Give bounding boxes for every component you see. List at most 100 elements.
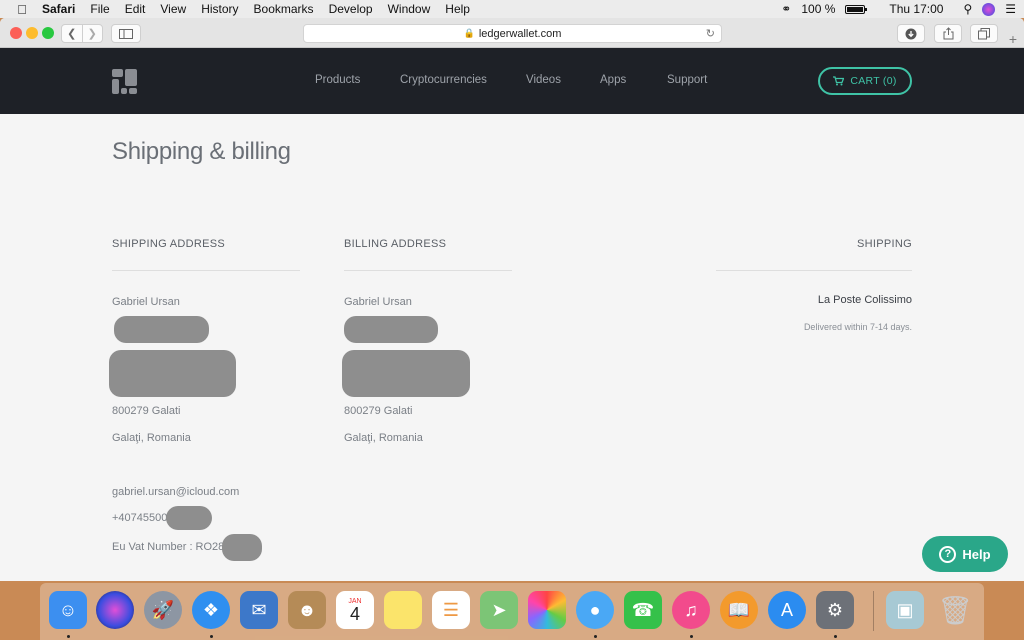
share-icon: [943, 27, 953, 40]
cart-button[interactable]: CART (0): [818, 67, 912, 95]
address-bar[interactable]: 🔒 ledgerwallet.com ↻: [303, 24, 722, 43]
preview-folder-icon[interactable]: ▣: [886, 591, 924, 629]
system-preferences-running-dot: [834, 635, 837, 638]
battery-level-fill: [847, 6, 864, 12]
creative-cloud-icon[interactable]: ⚭: [781, 2, 791, 16]
browser-toolbar: ❮ ❯ 🔒 ledgerwallet.com ↻ +: [0, 18, 1024, 48]
ledger-logo-icon[interactable]: [112, 69, 137, 94]
shipping-address-heading: SHIPPING ADDRESS: [112, 238, 225, 250]
system-preferences-icon[interactable]: ⚙: [816, 591, 854, 629]
show-tabs-button[interactable]: [970, 24, 998, 43]
messages-running-dot: [594, 635, 597, 638]
download-icon: [905, 28, 917, 39]
close-window-button[interactable]: [10, 27, 22, 39]
shipping-phone: +40745500: [112, 512, 168, 524]
dock-separator: [873, 591, 874, 631]
billing-address-heading: BILLING ADDRESS: [344, 238, 447, 250]
shipping-email: gabriel.ursan@icloud.com: [112, 486, 240, 498]
battery-percent: 100 %: [801, 2, 836, 16]
apple-menu-icon[interactable]: : [14, 2, 30, 17]
nav-videos[interactable]: Videos: [526, 74, 561, 86]
itunes-running-dot: [690, 635, 693, 638]
siri-app-icon[interactable]: [96, 591, 134, 629]
new-tab-button[interactable]: +: [1002, 30, 1024, 48]
safari-running-dot: [210, 635, 213, 638]
question-icon: ?: [939, 545, 957, 563]
battery-icon[interactable]: [845, 4, 868, 14]
minimize-window-button[interactable]: [26, 27, 38, 39]
clock[interactable]: Thu 17:00: [889, 2, 943, 16]
billing-address-divider: [344, 270, 512, 271]
downloads-button[interactable]: [897, 24, 925, 43]
menu-help[interactable]: Help: [445, 2, 470, 16]
menu-bookmarks[interactable]: Bookmarks: [254, 2, 314, 16]
menu-develop[interactable]: Develop: [329, 2, 373, 16]
help-button[interactable]: ? Help: [922, 536, 1008, 572]
redacted-billing-street: [344, 316, 438, 343]
share-button[interactable]: [934, 24, 962, 43]
calendar-day: 4: [349, 603, 360, 624]
billing-postal-city: 800279 Galati: [344, 405, 413, 417]
nav-support[interactable]: Support: [667, 74, 707, 86]
page-title: Shipping & billing: [112, 138, 291, 165]
safari-compass-icon[interactable]: ❖: [192, 591, 230, 629]
contacts-icon[interactable]: ☻: [288, 591, 326, 629]
sidebar-icon: [119, 28, 133, 39]
shipping-postal-city: 800279 Galati: [112, 405, 181, 417]
shipping-region-country: Galaţi, Romania: [112, 432, 191, 444]
menu-bar:  Safari File Edit View History Bookmark…: [0, 0, 1024, 18]
cart-label: CART (0): [850, 75, 897, 87]
photos-icon[interactable]: [528, 591, 566, 629]
spotlight-search-icon[interactable]: ⚲: [963, 2, 972, 16]
reminders-icon[interactable]: ☰: [432, 591, 470, 629]
redacted-address-lines: [109, 350, 236, 397]
lock-icon: 🔒: [463, 28, 475, 38]
redacted-billing-address-lines: [342, 350, 470, 397]
calendar-icon[interactable]: JAN 4: [336, 591, 374, 629]
finder-icon[interactable]: ☺: [49, 591, 87, 629]
mail-icon[interactable]: ✉: [240, 591, 278, 629]
nav-products[interactable]: Products: [315, 74, 360, 86]
cart-icon: [833, 76, 845, 86]
app-store-icon[interactable]: A: [768, 591, 806, 629]
shipping-address-divider: [112, 270, 300, 271]
launchpad-icon[interactable]: 🚀: [144, 591, 182, 629]
reload-icon[interactable]: ↻: [706, 27, 715, 40]
menu-view[interactable]: View: [160, 2, 186, 16]
notes-icon[interactable]: [384, 591, 422, 629]
finder-running-dot: [67, 635, 70, 638]
redacted-phone: [166, 506, 212, 530]
back-icon[interactable]: ❮: [62, 27, 82, 40]
maps-icon[interactable]: ➤: [480, 591, 518, 629]
shipping-delivery-note: Delivered within 7-14 days.: [803, 322, 912, 332]
back-forward-group: ❮ ❯: [61, 24, 103, 43]
help-label: Help: [962, 546, 991, 562]
facetime-icon[interactable]: ☎: [624, 591, 662, 629]
url-text: ledgerwallet.com: [478, 27, 562, 40]
tabs-overview-icon: [978, 27, 990, 39]
forward-icon[interactable]: ❯: [82, 27, 102, 40]
nav-cryptocurrencies[interactable]: Cryptocurrencies: [400, 74, 487, 86]
dock: ☺ 🚀 ❖ ✉ ☻ JAN 4 ☰ ➤ ● ☎ ♫ 📖 A ⚙ ▣ 🗑: [40, 583, 984, 640]
messages-icon[interactable]: ●: [576, 591, 614, 629]
siri-icon[interactable]: [982, 2, 996, 16]
fullscreen-window-button[interactable]: [42, 27, 54, 39]
sidebar-toggle-button[interactable]: [111, 24, 141, 43]
safari-window: ❮ ❯ 🔒 ledgerwallet.com ↻ + Products Cryp…: [0, 18, 1024, 581]
menu-app-name[interactable]: Safari: [42, 2, 75, 16]
menu-edit[interactable]: Edit: [125, 2, 146, 16]
shipping-method: La Poste Colissimo: [817, 294, 912, 306]
menu-window[interactable]: Window: [388, 2, 431, 16]
notification-center-icon[interactable]: ☰: [1005, 2, 1016, 16]
billing-region-country: Galaţi, Romania: [344, 432, 423, 444]
redacted-street: [114, 316, 209, 343]
shipping-heading: SHIPPING: [857, 238, 912, 250]
nav-apps[interactable]: Apps: [600, 74, 626, 86]
menu-history[interactable]: History: [201, 2, 238, 16]
billing-name: Gabriel Ursan: [344, 296, 412, 308]
trash-icon[interactable]: 🗑: [936, 591, 974, 629]
shipping-name: Gabriel Ursan: [112, 296, 180, 308]
ibooks-icon[interactable]: 📖: [720, 591, 758, 629]
itunes-icon[interactable]: ♫: [672, 591, 710, 629]
menu-file[interactable]: File: [90, 2, 109, 16]
